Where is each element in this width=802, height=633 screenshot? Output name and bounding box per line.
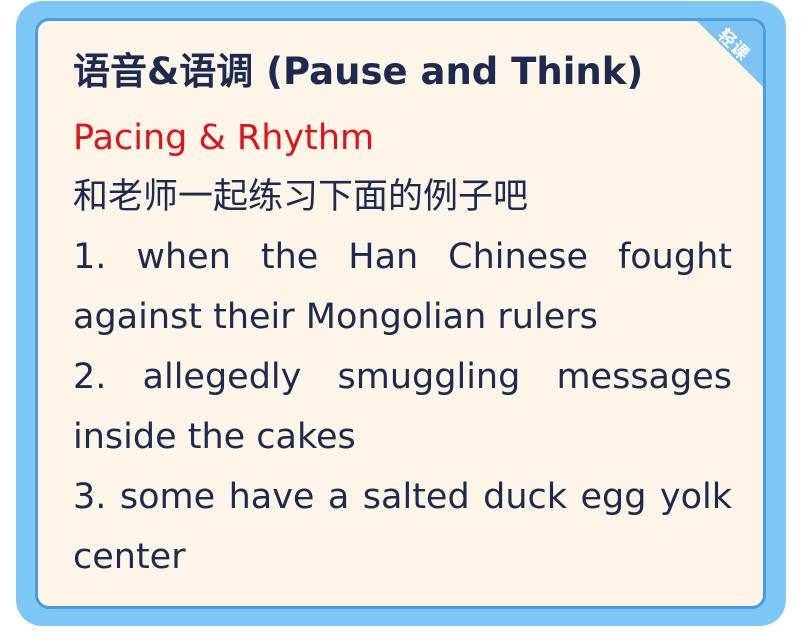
example-sentence-1: 1. when the Han Chinese fought against t… xyxy=(73,237,732,337)
example-sentence-2: 2. allegedly smuggling messages inside t… xyxy=(73,357,732,457)
card-subtitle: Pacing & Rhythm xyxy=(73,118,375,158)
lesson-card: 轻课 语音&语调 (Pause and Think) Pacing & Rhyt… xyxy=(35,18,766,609)
example-sentence-3: 3. some have a salted duck egg yolk cent… xyxy=(73,477,732,577)
practice-instruction: 和老师一起练习下面的例子吧 xyxy=(73,177,529,217)
card-title: 语音&语调 (Pause and Think) xyxy=(73,50,644,93)
card-content: 语音&语调 (Pause and Think) Pacing & Rhythm … xyxy=(73,47,732,587)
